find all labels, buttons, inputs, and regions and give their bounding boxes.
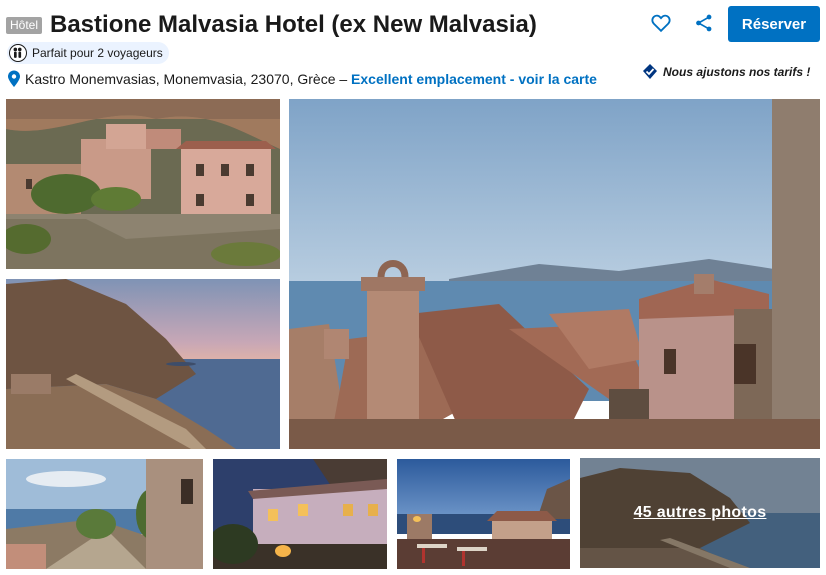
reserve-button[interactable]: Réserver — [728, 6, 820, 42]
address-line: Kastro Monemvasias, Monemvasia, 23070, G… — [7, 69, 597, 89]
shield-check-icon — [642, 63, 658, 80]
gallery-photo-1[interactable] — [6, 99, 280, 269]
map-pin-icon — [7, 70, 21, 88]
heart-icon[interactable] — [650, 12, 672, 34]
gallery-photo-5[interactable] — [213, 459, 387, 569]
share-icon[interactable] — [693, 12, 715, 34]
gallery-photo-4[interactable] — [6, 459, 203, 569]
property-type-badge: Hôtel — [6, 17, 43, 34]
hotel-title: Bastione Malvasia Hotel (ex New Malvasia… — [50, 11, 537, 38]
gallery-photo-3[interactable] — [289, 99, 820, 449]
gallery-photo-6[interactable] — [397, 459, 570, 569]
price-match-label: Nous ajustons nos tarifs ! — [642, 63, 810, 80]
gallery-photo-2[interactable] — [6, 279, 280, 449]
address-text: Kastro Monemvasias, Monemvasia, 23070, G… — [25, 71, 348, 87]
more-photos-tile[interactable]: 45 autres photos — [580, 458, 820, 568]
two-people-icon — [9, 44, 27, 62]
location-map-link[interactable]: Excellent emplacement - voir la carte — [351, 71, 597, 87]
travelers-label: Parfait pour 2 voyageurs — [32, 46, 163, 60]
more-photos-label[interactable]: 45 autres photos — [580, 504, 820, 522]
travelers-badge: Parfait pour 2 voyageurs — [7, 42, 169, 64]
price-match-text: Nous ajustons nos tarifs ! — [663, 64, 811, 79]
